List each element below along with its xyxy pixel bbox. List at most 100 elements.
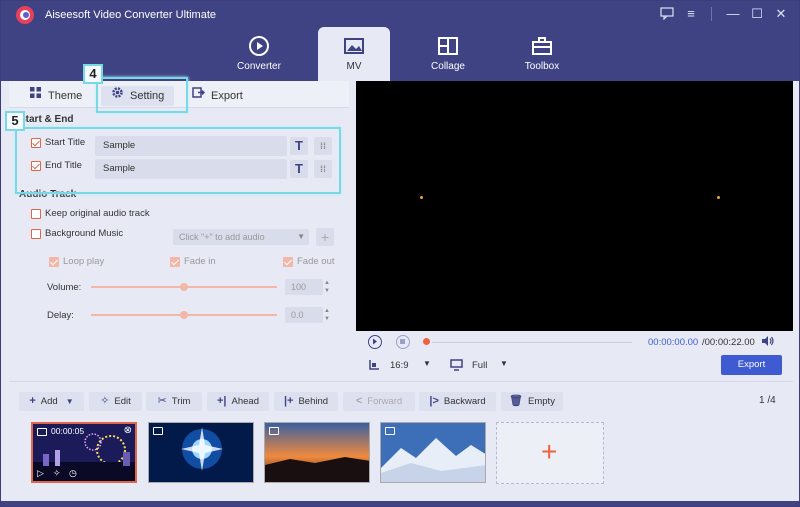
loop-play-label: Loop play <box>63 256 105 267</box>
add-button[interactable]: + Add ▼ <box>19 392 84 411</box>
step-5-badge: 5 <box>5 111 25 131</box>
feedback-icon[interactable] <box>659 6 675 22</box>
delay-input[interactable]: 0.0 <box>285 307 323 323</box>
fade-in-checkbox[interactable] <box>170 256 180 267</box>
plus-icon: + <box>541 436 558 467</box>
menu-icon[interactable]: ≡ <box>683 6 699 22</box>
start-end-highlight-box <box>15 127 341 194</box>
monitor-icon <box>450 359 463 374</box>
magic-wand-icon: ✧ <box>100 395 110 407</box>
trash-icon: 🗑 <box>509 395 524 407</box>
export-icon <box>192 86 206 106</box>
setting-highlight-box <box>96 77 188 113</box>
image-icon <box>153 427 163 435</box>
tab-toolbox[interactable]: Toolbox <box>506 27 578 81</box>
clip-image-blue-burst <box>149 423 253 482</box>
settings-panel: Theme Setting Export Start & End Start T… <box>9 81 349 379</box>
trim-button-label: Trim <box>171 396 191 407</box>
tab-export[interactable]: Export <box>192 86 243 106</box>
edit-button-label: Edit <box>114 396 131 407</box>
keep-original-checkbox[interactable] <box>31 208 41 219</box>
volume-slider-knob[interactable] <box>180 283 188 291</box>
zoom-value[interactable]: Full <box>472 360 487 371</box>
remove-clip-icon[interactable]: ⊗ <box>124 425 132 436</box>
add-audio-dropdown[interactable]: Click "+" to add audio ▼ <box>173 229 309 245</box>
tab-converter[interactable]: Converter <box>223 27 295 81</box>
fade-out-checkbox[interactable] <box>283 256 293 267</box>
progress-bar[interactable] <box>432 342 632 343</box>
clip-thumbnail[interactable] <box>264 422 370 483</box>
clip-image-sunset <box>265 423 369 482</box>
edit-button[interactable]: ✧ Edit <box>89 392 142 411</box>
start-end-section-title: Start & End <box>19 114 74 125</box>
minimize-icon[interactable]: — <box>725 6 741 22</box>
page-total: /4 <box>767 395 776 406</box>
delay-slider-knob[interactable] <box>180 311 188 319</box>
effect-icon[interactable]: ✧ <box>53 468 61 479</box>
plus-icon: + <box>29 395 36 407</box>
backward-button[interactable]: |> Backward <box>419 392 496 411</box>
close-icon[interactable]: ✕ <box>773 6 789 22</box>
tab-collage[interactable]: Collage <box>412 27 484 81</box>
fade-in-row: Fade in <box>170 256 216 276</box>
play-button[interactable] <box>368 335 382 349</box>
add-audio-button[interactable]: + <box>316 228 334 246</box>
clip-image-city-night <box>33 424 135 481</box>
clip-thumbnail[interactable] <box>148 422 254 483</box>
delay-label: Delay: <box>47 310 74 321</box>
collage-icon <box>438 37 458 55</box>
clock-icon[interactable]: ◷ <box>69 468 77 479</box>
preview-marker <box>420 196 423 199</box>
add-audio-placeholder: Click "+" to add audio <box>179 232 265 242</box>
forward-icon: < <box>355 395 363 407</box>
progress-handle[interactable] <box>423 338 430 345</box>
tab-mv-label: MV <box>346 61 362 72</box>
aspect-ratio-value[interactable]: 16:9 <box>390 360 409 371</box>
converter-icon <box>249 36 269 56</box>
delay-spinner[interactable]: ▲ ▼ <box>322 307 332 323</box>
clip-thumbnail[interactable] <box>380 422 486 483</box>
image-icon <box>269 427 279 435</box>
tab-theme-label: Theme <box>48 90 83 102</box>
background-music-checkbox[interactable] <box>31 228 41 239</box>
volume-input[interactable]: 100 <box>285 279 323 295</box>
volume-icon[interactable] <box>761 335 775 350</box>
export-button[interactable]: Export <box>721 355 782 375</box>
stop-button[interactable] <box>396 335 410 349</box>
player-controls: 00:00:00.00 /00:00:22.00 16:9 ▼ Full ▼ E… <box>356 331 793 379</box>
play-icon[interactable]: ▷ <box>37 468 44 479</box>
loop-play-checkbox[interactable] <box>49 256 59 267</box>
add-button-label: Add <box>40 396 58 407</box>
zoom-chevron-down-icon[interactable]: ▼ <box>500 359 508 368</box>
aspect-ratio-chevron-down-icon[interactable]: ▼ <box>423 359 431 368</box>
image-icon <box>385 427 395 435</box>
volume-spinner[interactable]: ▲ ▼ <box>322 279 332 295</box>
tab-theme[interactable]: Theme <box>29 86 82 106</box>
tab-mv[interactable]: MV <box>318 27 390 81</box>
app-window: Aiseesoft Video Converter Ultimate ≡ — ☐… <box>0 0 800 507</box>
theme-icon <box>29 86 42 106</box>
backward-button-label: Backward <box>443 396 486 407</box>
ahead-button[interactable]: +| Ahead <box>207 392 269 411</box>
fade-in-label: Fade in <box>184 256 216 267</box>
tab-converter-label: Converter <box>237 61 281 72</box>
tab-collage-label: Collage <box>431 61 465 72</box>
bottom-bar <box>1 501 799 506</box>
trim-button[interactable]: ✂ Trim <box>146 392 202 411</box>
add-clip-tile[interactable]: + <box>496 422 604 484</box>
maximize-icon[interactable]: ☐ <box>749 6 765 22</box>
keep-original-row: Keep original audio track <box>31 208 150 228</box>
empty-button-label: Empty <box>528 396 555 407</box>
empty-button[interactable]: 🗑 Empty <box>501 392 563 411</box>
app-title: Aiseesoft Video Converter Ultimate <box>45 9 216 21</box>
step-4-badge: 4 <box>83 64 103 84</box>
fade-out-label: Fade out <box>297 256 335 267</box>
forward-button[interactable]: < Forward <box>343 392 415 411</box>
behind-button[interactable]: |+ Behind <box>274 392 338 411</box>
background-music-row: Background Music <box>31 228 123 248</box>
clip-thumbnail[interactable]: 00:00:05 ⊗ ▷ ✧ ◷ <box>31 422 137 483</box>
forward-button-label: Forward <box>367 396 403 407</box>
keep-original-label: Keep original audio track <box>45 208 150 219</box>
video-preview[interactable] <box>356 81 793 331</box>
clip-duration: 00:00:05 <box>51 426 85 436</box>
